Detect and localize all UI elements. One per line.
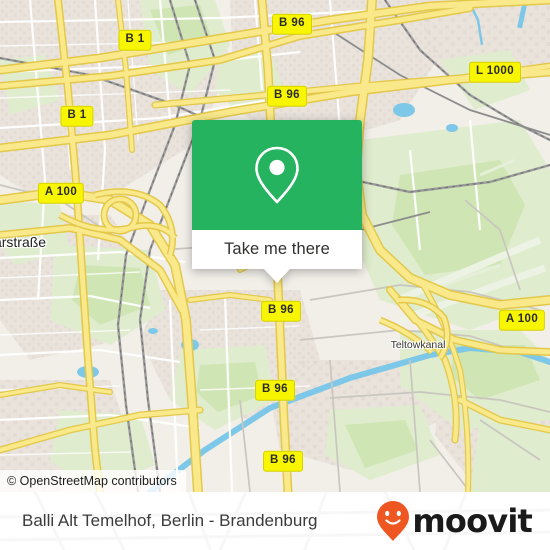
popup-pointer-tail [264, 269, 290, 283]
moovit-map-page: B 1 B 96 L 1000 B 1 B 96 A 100 B 96 A 100 B 96 B … [0, 0, 550, 550]
map-pin-icon [255, 146, 299, 204]
map-place-label: Teltowkanal [390, 339, 446, 351]
moovit-smiley-pin-icon [377, 501, 410, 541]
road-shield: B 96 [272, 13, 312, 35]
map-place-label: arstraße [0, 234, 47, 250]
road-shield: B 96 [263, 450, 303, 472]
footer-bar: Balli Alt Temelhof, Berlin - Brandenburg… [0, 492, 550, 550]
popup-header [192, 120, 362, 230]
road-shield: B 96 [267, 85, 307, 107]
road-shield: L 1000 [469, 61, 521, 83]
road-shield: B 1 [60, 105, 94, 127]
moovit-logo[interactable]: moovit [376, 500, 533, 542]
map-canvas[interactable]: B 1 B 96 L 1000 B 1 B 96 A 100 B 96 A 100 B 96 B … [0, 0, 550, 492]
road-shield: B 96 [255, 379, 295, 401]
road-shield: A 100 [498, 309, 546, 331]
location-title: Balli Alt Temelhof, Berlin - Brandenburg [22, 511, 318, 530]
road-shield: B 1 [118, 29, 152, 51]
osm-attribution[interactable]: © OpenStreetMap contributors [0, 470, 186, 492]
road-shield: A 100 [37, 182, 85, 204]
take-me-there-button[interactable]: Take me there [192, 230, 362, 269]
moovit-wordmark: moovit [412, 502, 532, 540]
destination-popup-card[interactable]: Take me there [192, 120, 362, 283]
take-me-there-label: Take me there [224, 240, 330, 258]
road-shield: B 96 [261, 300, 301, 322]
